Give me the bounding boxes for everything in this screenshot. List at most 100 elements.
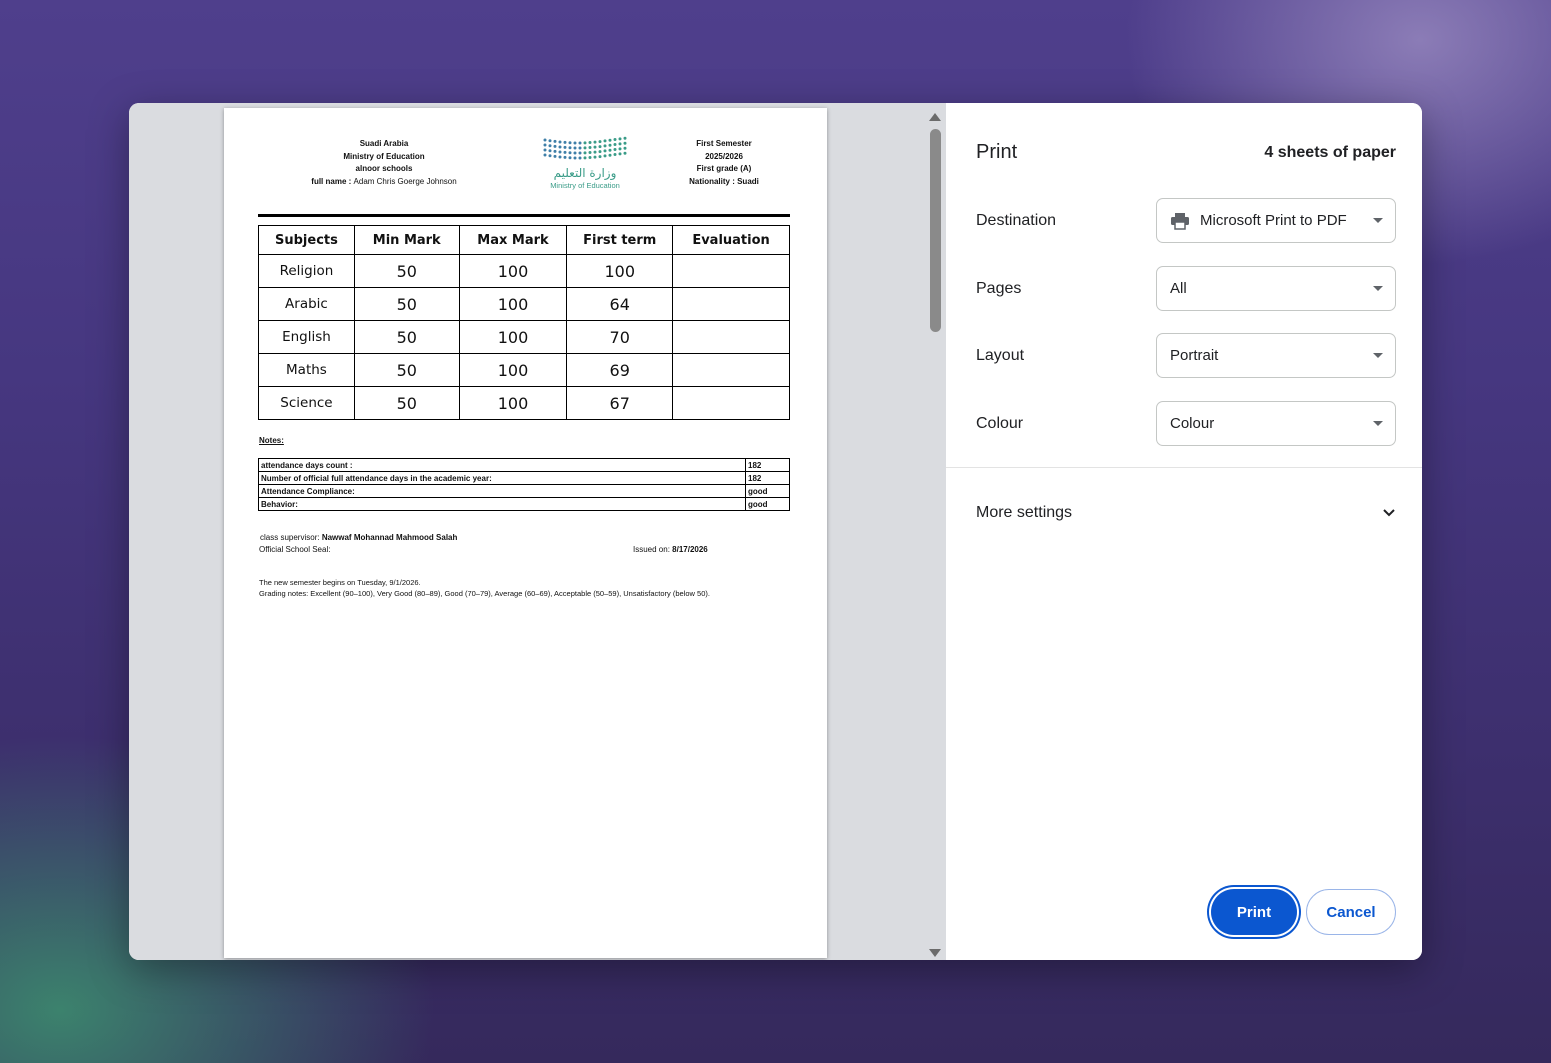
header-left: Suadi Arabia Ministry of Education alnoo… — [294, 138, 474, 188]
dialog-title: Print — [976, 141, 1018, 163]
logo-dot — [603, 154, 607, 158]
semester-note: The new semester begins on Tuesday, 9/1/… — [259, 578, 421, 587]
print-button[interactable]: Print — [1211, 889, 1297, 935]
attendance-value: good — [745, 484, 790, 498]
ministry-logo: وزارة التعليم Ministry of Education — [540, 136, 630, 200]
evaluation-cell — [672, 254, 790, 288]
logo-dot — [583, 146, 587, 150]
logo-arabic-text: وزارة التعليم — [553, 166, 617, 180]
logo-dot — [583, 151, 587, 155]
subject-cell: Maths — [258, 353, 355, 387]
full-name-label: full name : — [311, 176, 352, 186]
table-row: Attendance Compliance: good — [258, 484, 790, 498]
attendance-label: Behavior: — [258, 497, 746, 511]
logo-dot — [608, 143, 612, 147]
subject-cell: Religion — [258, 254, 355, 288]
print-preview[interactable]: Suadi Arabia Ministry of Education alnoo… — [129, 103, 946, 960]
marks-header-row: Subjects Min Mark Max Mark First term Ev… — [258, 225, 790, 255]
logo-dot — [588, 146, 592, 150]
attendance-label: Attendance Compliance: — [258, 484, 746, 498]
table-row: Behavior: good — [258, 497, 790, 511]
logo-dot — [618, 152, 622, 156]
evaluation-cell — [672, 386, 790, 420]
table-row: English 50 100 70 — [258, 320, 790, 354]
destination-select[interactable]: Microsoft Print to PDF — [1156, 198, 1396, 243]
print-dialog: Suadi Arabia Ministry of Education alnoo… — [129, 103, 1422, 960]
pages-select[interactable]: All — [1156, 266, 1396, 311]
logo-dot — [548, 149, 552, 153]
print-settings-panel: Print 4 sheets of paper Destination Micr… — [946, 103, 1422, 960]
first-term-cell: 69 — [566, 353, 674, 387]
more-settings-toggle[interactable]: More settings — [976, 504, 1072, 522]
destination-value: Microsoft Print to PDF — [1200, 212, 1347, 229]
subject-cell: English — [258, 320, 355, 354]
printer-icon — [1170, 212, 1190, 230]
logo-dot — [583, 141, 587, 145]
max-mark-cell: 100 — [458, 254, 568, 288]
table-row: Maths 50 100 69 — [258, 353, 790, 387]
preview-page: Suadi Arabia Ministry of Education alnoo… — [224, 108, 827, 958]
scroll-down-icon[interactable] — [929, 949, 941, 957]
logo-dot — [608, 148, 612, 152]
grading-note: Grading notes: Excellent (90–100), Very … — [259, 589, 710, 598]
logo-dot — [543, 138, 547, 142]
scrollbar-thumb[interactable] — [930, 129, 941, 332]
logo-dot — [568, 156, 572, 160]
logo-dot — [543, 148, 547, 152]
logo-dot — [563, 155, 567, 159]
logo-dot — [553, 139, 557, 143]
logo-dot — [603, 144, 607, 148]
logo-dot — [558, 150, 562, 154]
cancel-button[interactable]: Cancel — [1306, 889, 1396, 935]
logo-dot — [618, 147, 622, 151]
evaluation-cell — [672, 320, 790, 354]
logo-dot — [623, 141, 627, 145]
chevron-down-icon — [1373, 353, 1383, 358]
layout-select[interactable]: Portrait — [1156, 333, 1396, 378]
logo-dot — [568, 146, 572, 150]
logo-dot — [598, 150, 602, 154]
issued-date: 8/17/2026 — [672, 545, 708, 554]
logo-dot — [558, 140, 562, 144]
preview-scrollbar[interactable] — [926, 103, 944, 960]
colour-select[interactable]: Colour — [1156, 401, 1396, 446]
logo-dot — [578, 141, 582, 145]
logo-dot — [543, 153, 547, 157]
min-mark-cell: 50 — [353, 287, 460, 321]
colour-value: Colour — [1170, 415, 1215, 432]
subject-cell: Arabic — [258, 287, 355, 321]
table-row: Arabic 50 100 64 — [258, 287, 790, 321]
logo-dot — [588, 156, 592, 160]
col-header: Subjects — [258, 225, 355, 255]
logo-dot — [553, 144, 557, 148]
expand-chevron-icon[interactable] — [1382, 505, 1396, 523]
logo-dot — [623, 151, 627, 155]
ministry-logo-dots-icon — [543, 136, 627, 160]
school-seal-label: Official School Seal: — [259, 545, 331, 554]
attendance-label: Number of official full attendance days … — [258, 471, 746, 485]
logo-dot — [553, 154, 557, 158]
logo-dot — [548, 144, 552, 148]
issued-label: Issued on: — [633, 545, 670, 554]
logo-dot — [588, 141, 592, 145]
first-term-cell: 100 — [566, 254, 674, 288]
logo-dot — [598, 140, 602, 144]
max-mark-cell: 100 — [458, 287, 568, 321]
logo-dot — [558, 155, 562, 159]
col-header: Min Mark — [353, 225, 460, 255]
first-term-cell: 67 — [566, 386, 674, 420]
scroll-up-icon[interactable] — [929, 113, 941, 121]
ministry-text: Ministry of Education — [343, 151, 425, 161]
max-mark-cell: 100 — [458, 320, 568, 354]
logo-dot — [568, 151, 572, 155]
destination-label: Destination — [976, 212, 1057, 229]
logo-dot — [553, 149, 557, 153]
logo-dot — [593, 155, 597, 159]
logo-dot — [563, 150, 567, 154]
supervisor-name: Nawwaf Mohannad Mahmood Salah — [321, 533, 458, 542]
table-row: Number of official full attendance days … — [258, 471, 790, 485]
evaluation-cell — [672, 353, 790, 387]
colour-label: Colour — [976, 415, 1024, 432]
logo-dot — [618, 137, 622, 141]
table-row: Science 50 100 67 — [258, 386, 790, 420]
